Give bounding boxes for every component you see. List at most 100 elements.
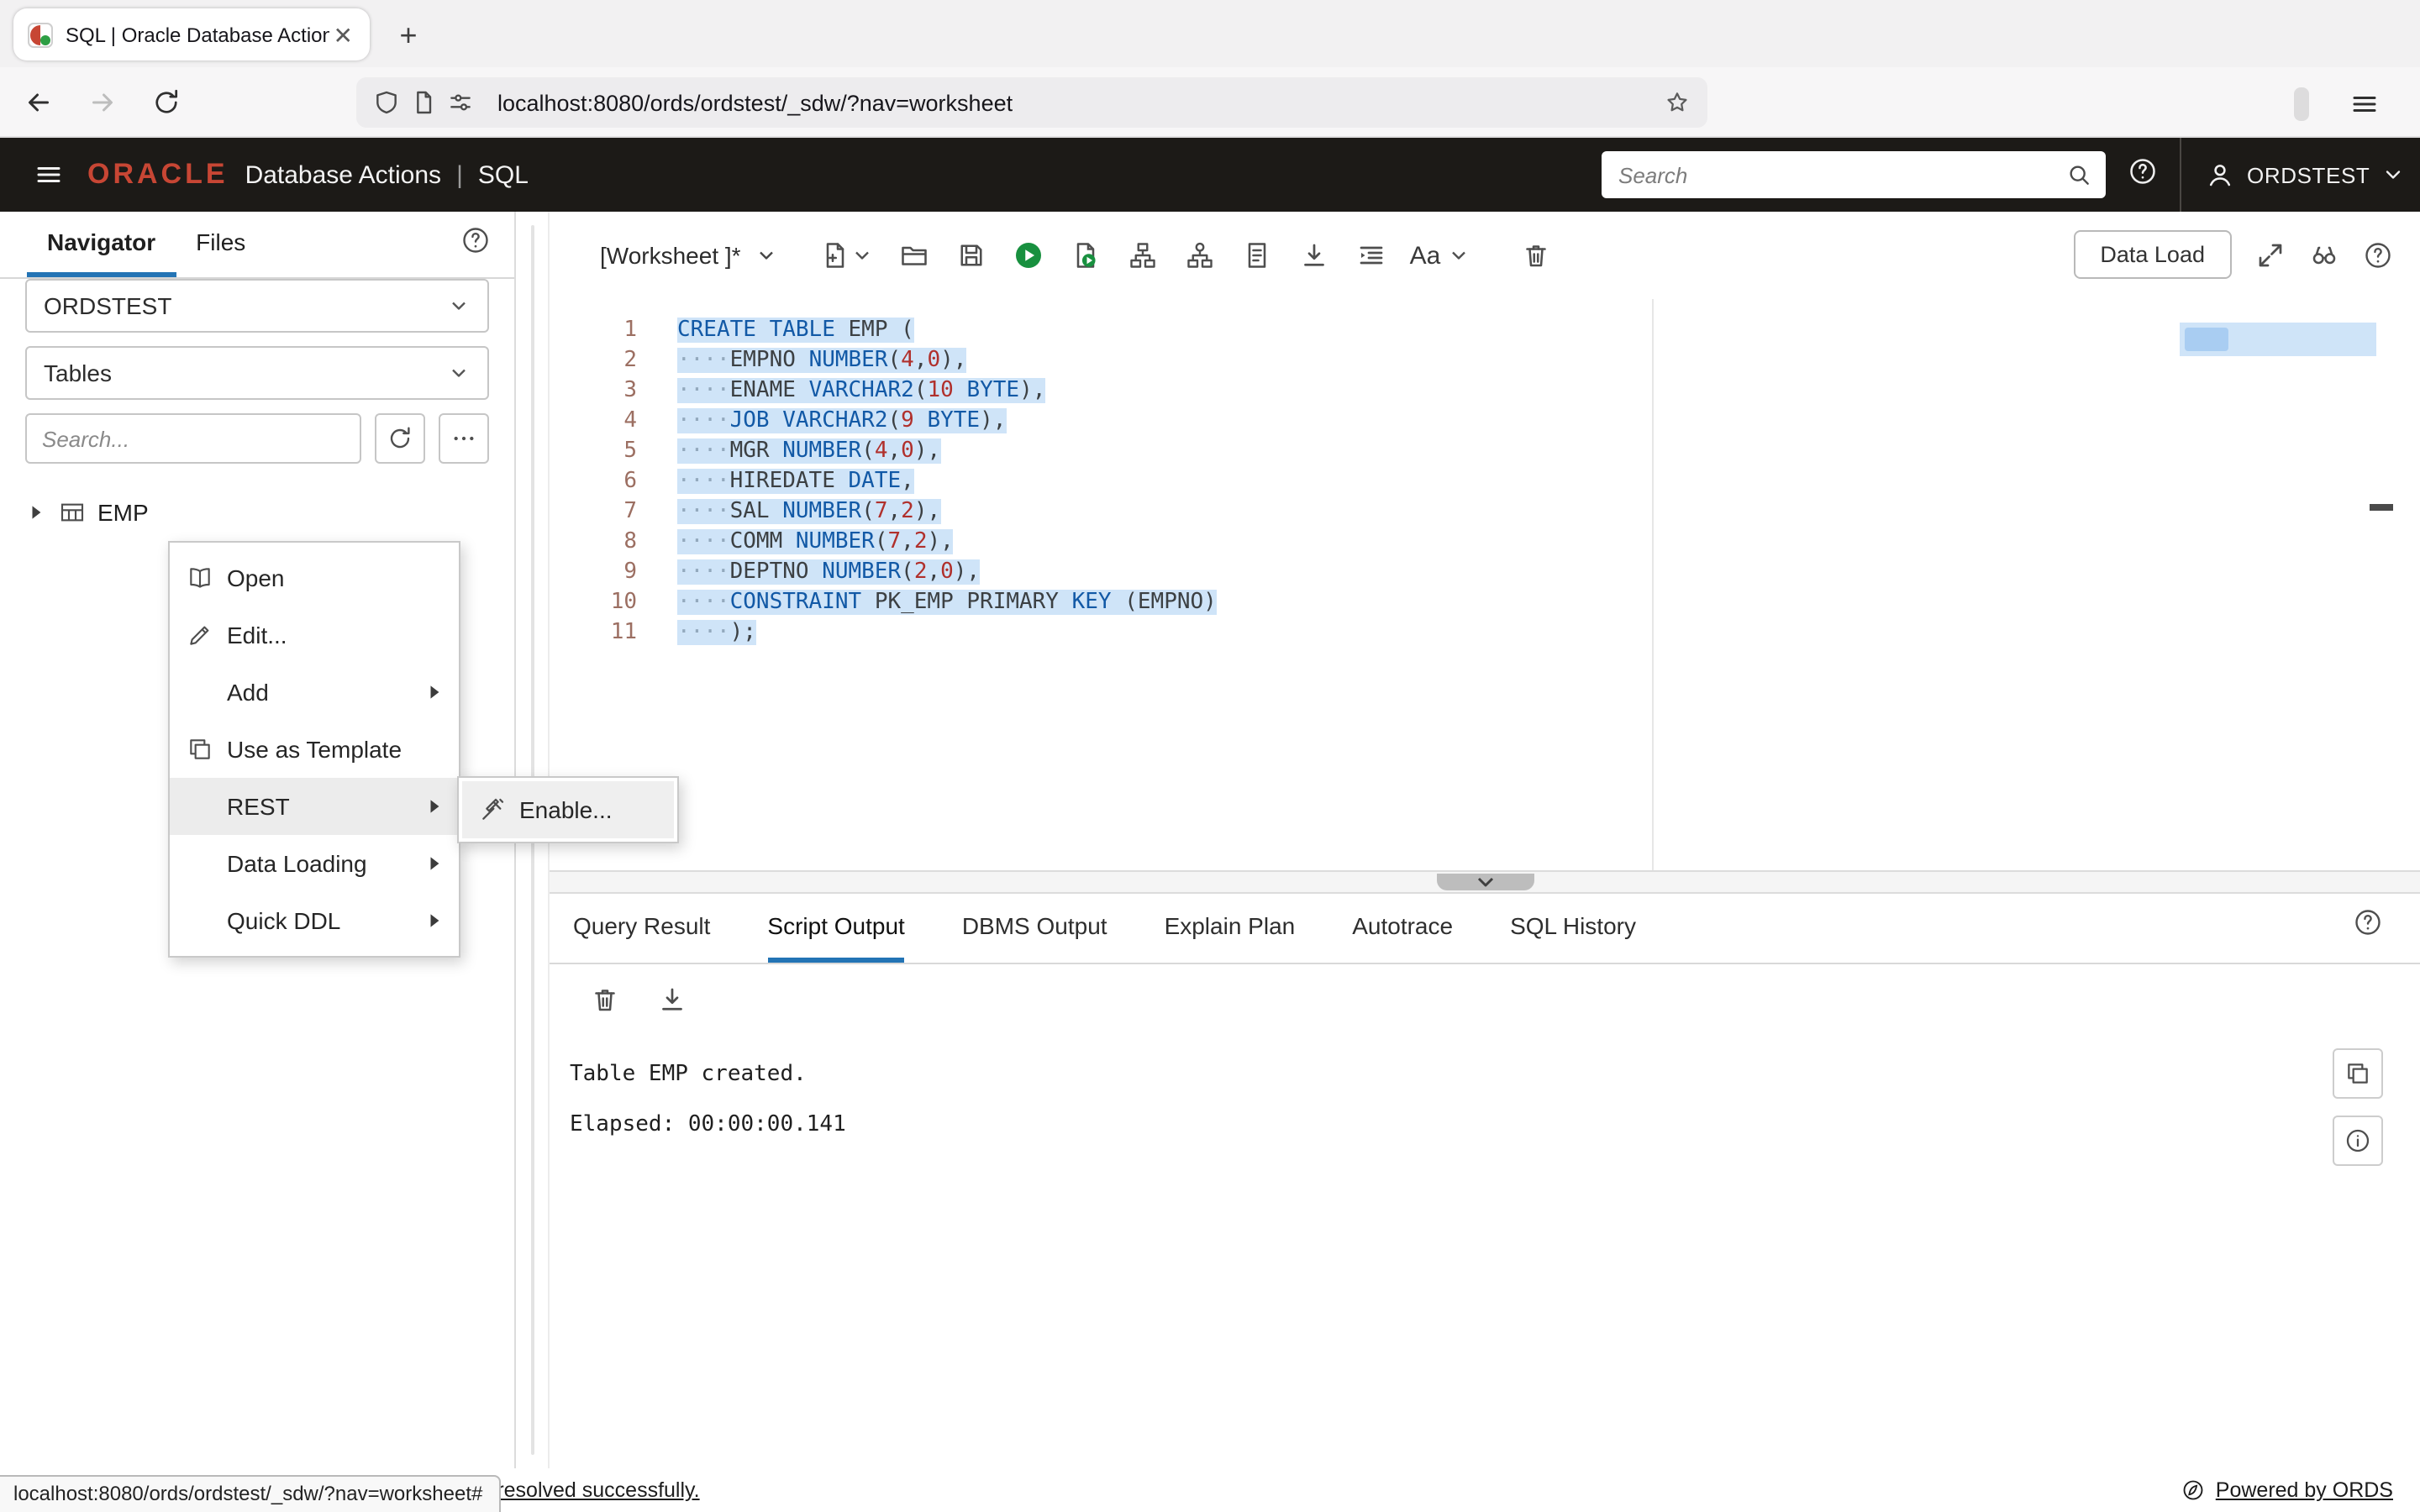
font-size-button[interactable]: Aa [1407, 241, 1475, 270]
panel-splitter[interactable] [550, 870, 2420, 894]
code-line-10[interactable]: 10 ····CONSTRAINT PK_EMP PRIMARY KEY (EMP… [550, 588, 2420, 618]
script-output: Table EMP created. Elapsed: 00:00:00.141 [550, 1035, 2420, 1141]
object-type-select[interactable]: Tables [25, 346, 489, 400]
help-icon[interactable] [2128, 156, 2158, 186]
username: ORDSTEST [2247, 162, 2370, 187]
hamburger-icon[interactable] [24, 160, 74, 190]
worksheet-toolbar: [Worksheet ]* Aa Data Load [550, 212, 2420, 299]
app-header: ORACLE Database Actions | SQL ORDSTEST [0, 138, 2420, 212]
code-line-6[interactable]: 6 ····HIREDATE DATE, [550, 467, 2420, 497]
expand-icon[interactable] [2255, 239, 2286, 270]
find-icon[interactable] [2309, 239, 2339, 270]
extension-icon[interactable] [2294, 87, 2309, 121]
clear-worksheet-icon[interactable] [1514, 234, 1558, 277]
info-icon[interactable] [2333, 1116, 2383, 1166]
search-input[interactable] [1615, 160, 2065, 189]
code-line-7[interactable]: 7 ····SAL NUMBER(7,2), [550, 497, 2420, 528]
powered-by-ords[interactable]: Powered by ORDS [2182, 1468, 2393, 1512]
help-icon[interactable] [2363, 239, 2393, 270]
code-line-8[interactable]: 8 ····COMM NUMBER(7,2), [550, 528, 2420, 558]
download-output-icon[interactable] [657, 984, 687, 1015]
menu-icon[interactable] [2339, 79, 2390, 129]
user-menu[interactable]: ORDSTEST [2205, 138, 2405, 212]
code-line-1[interactable]: 1 CREATE TABLE EMP ( [550, 316, 2420, 346]
output-tab-query-result[interactable]: Query Result [573, 912, 710, 963]
menu-item-quick-ddl[interactable]: Quick DDL [170, 892, 459, 949]
menu-item-use-as-template[interactable]: Use as Template [170, 721, 459, 778]
tree-item-label: EMP [97, 499, 149, 526]
code-line-11[interactable]: 11 ····); [550, 618, 2420, 648]
menu-item-enable[interactable]: Enable... [462, 781, 674, 838]
output-tab-explain-plan[interactable]: Explain Plan [1165, 912, 1296, 963]
code-line-9[interactable]: 9 ····DEPTNO NUMBER(2,0), [550, 558, 2420, 588]
new-tab-button[interactable]: + [387, 13, 430, 57]
menu-item-label: Open [227, 564, 285, 591]
menu-item-open[interactable]: Open [170, 549, 459, 606]
data-load-button[interactable]: Data Load [2073, 230, 2232, 279]
sql-editor[interactable]: 1 CREATE TABLE EMP (2 ····EMPNO NUMBER(4,0… [550, 299, 2420, 870]
permissions-icon[interactable] [447, 89, 474, 116]
new-worksheet-icon[interactable] [815, 234, 879, 277]
editor-pane-divider [1652, 299, 1654, 870]
line-number: 10 [610, 590, 637, 615]
open-book-icon [187, 564, 227, 591]
code-line-4[interactable]: 4 ····JOB VARCHAR2(9 BYTE), [550, 407, 2420, 437]
oracle-logo: ORACLE [87, 158, 229, 190]
output-tab-dbms-output[interactable]: DBMS Output [962, 912, 1107, 963]
open-file-icon[interactable] [892, 234, 936, 277]
sidebar-search-input[interactable] [25, 413, 361, 464]
autotrace-icon[interactable] [1178, 234, 1222, 277]
global-search[interactable] [1602, 151, 2106, 198]
save-icon[interactable] [950, 234, 993, 277]
copy-output-icon[interactable] [2333, 1048, 2383, 1099]
bookmark-star-icon[interactable] [1664, 89, 1691, 116]
tree-item-emp[interactable]: EMP [24, 494, 514, 531]
menu-item-label: Quick DDL [227, 907, 341, 934]
forward-icon[interactable] [77, 76, 128, 127]
address-bar[interactable]: localhost:8080/ords/ordstest/_sdw/?nav=w… [356, 77, 1707, 128]
sidebar-search-row [25, 413, 489, 464]
code-line-2[interactable]: 2 ····EMPNO NUMBER(4,0), [550, 346, 2420, 376]
output-panel: Query Result Script Output DBMS Output Expl… [550, 894, 2420, 1468]
output-line: Elapsed: 00:00:00.141 [570, 1112, 846, 1137]
browser-tab[interactable]: SQL | Oracle Database Actions ✕ [13, 8, 370, 60]
menu-item-rest[interactable]: REST [170, 778, 459, 835]
page-icon[interactable] [410, 89, 437, 116]
output-tab-sql-history[interactable]: SQL History [1510, 912, 1636, 963]
sql-monitor-icon[interactable] [1235, 234, 1279, 277]
shield-icon[interactable] [373, 89, 400, 116]
run-script-icon[interactable] [1064, 234, 1107, 277]
output-tab-script-output[interactable]: Script Output [767, 912, 905, 963]
ords-icon [2184, 1480, 2204, 1500]
code-line-5[interactable]: 5 ····MGR NUMBER(4,0), [550, 437, 2420, 467]
close-icon[interactable]: ✕ [330, 19, 356, 50]
tab-navigator[interactable]: Navigator [27, 228, 176, 277]
clear-output-icon[interactable] [590, 984, 620, 1015]
explain-plan-icon[interactable] [1121, 234, 1165, 277]
back-icon[interactable] [13, 76, 64, 127]
refresh-icon[interactable] [375, 413, 425, 464]
line-number: 1 [623, 318, 637, 343]
help-icon[interactable] [460, 225, 491, 255]
tab-files[interactable]: Files [176, 228, 266, 277]
download-icon[interactable] [1292, 234, 1336, 277]
search-icon[interactable] [2065, 161, 2092, 188]
splitter-collapse-handle[interactable] [1436, 874, 1534, 890]
worksheet-toolbar-right: Data Load [2073, 230, 2393, 279]
more-options-icon[interactable] [439, 413, 489, 464]
object-tree: EMP [24, 494, 514, 531]
worksheet-selector[interactable]: [Worksheet ]* [600, 242, 778, 269]
reload-icon[interactable] [141, 76, 192, 127]
tree-caret-icon[interactable] [24, 501, 47, 524]
output-tab-autotrace[interactable]: Autotrace [1352, 912, 1453, 963]
run-statement-icon[interactable] [1007, 234, 1050, 277]
url-text[interactable]: localhost:8080/ords/ordstest/_sdw/?nav=w… [497, 90, 1664, 115]
code-line-3[interactable]: 3 ····ENAME VARCHAR2(10 BYTE), [550, 376, 2420, 407]
menu-item-add[interactable]: Add [170, 664, 459, 721]
menu-item-edit[interactable]: Edit... [170, 606, 459, 664]
format-icon[interactable] [1349, 234, 1393, 277]
chevron-down-icon [1452, 251, 1466, 260]
schema-select[interactable]: ORDSTEST [25, 279, 489, 333]
menu-item-data-loading[interactable]: Data Loading [170, 835, 459, 892]
help-icon[interactable] [2353, 907, 2383, 937]
